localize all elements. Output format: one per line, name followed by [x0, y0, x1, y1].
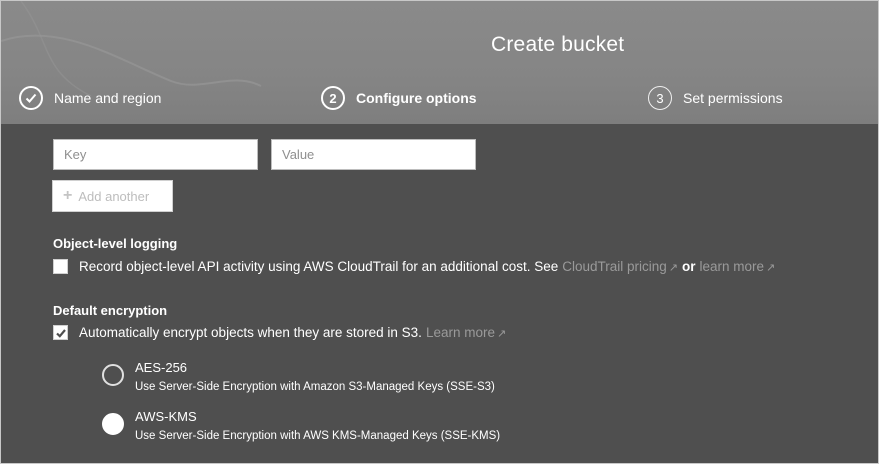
radio-title: AES-256 [135, 360, 188, 375]
step-name-and-region[interactable]: Name and region [19, 86, 161, 110]
radio-aes-256[interactable]: AES-256 Use Server-Side Encryption with … [102, 360, 495, 395]
encryption-row: Automatically encrypt objects when they … [53, 325, 510, 340]
encryption-checkbox[interactable] [53, 325, 68, 340]
wizard-header: Create bucket Name and region 2 Configur… [1, 1, 878, 124]
learn-more-link[interactable]: learn more ↗ [700, 259, 776, 274]
logging-text: Record object-level API activity using A… [79, 259, 559, 274]
encryption-text: Automatically encrypt objects when they … [79, 325, 422, 340]
or-text: or [682, 259, 696, 274]
default-encryption-heading: Default encryption [53, 303, 168, 318]
external-link-icon: ↗ [668, 262, 678, 274]
step-set-permissions[interactable]: 3 Set permissions [648, 86, 783, 110]
object-level-logging-heading: Object-level logging [53, 236, 178, 251]
plus-icon: + [63, 187, 73, 204]
encryption-learn-more-label: Learn more [425, 325, 495, 340]
learn-more-label: learn more [699, 259, 765, 274]
page-title: Create bucket [491, 33, 625, 56]
tag-key-input[interactable] [53, 139, 258, 170]
add-another-button[interactable]: + Add another [52, 180, 173, 212]
tag-value-input[interactable] [271, 139, 476, 170]
add-another-label: Add another [78, 188, 150, 204]
step-label: Set permissions [683, 90, 783, 106]
step-configure-options[interactable]: 2 Configure options [321, 86, 477, 110]
radio-text: AWS-KMS Use Server-Side Encryption with … [135, 409, 500, 444]
checkmark-icon [55, 328, 66, 338]
radio-description: Use Server-Side Encryption with AWS KMS-… [135, 430, 501, 442]
step-number: 3 [648, 86, 672, 110]
check-circle-icon [19, 86, 43, 110]
cloudtrail-pricing-link[interactable]: CloudTrail pricing ↗ [562, 259, 678, 274]
radio-button[interactable] [102, 413, 124, 435]
radio-description: Use Server-Side Encryption with Amazon S… [135, 381, 495, 393]
radio-aws-kms[interactable]: AWS-KMS Use Server-Side Encryption with … [102, 409, 500, 444]
step-label: Name and region [54, 90, 162, 106]
external-link-icon: ↗ [496, 328, 507, 340]
step-label: Configure options [356, 90, 477, 106]
external-link-icon: ↗ [766, 262, 776, 274]
cloudtrail-pricing-label: CloudTrail pricing [562, 259, 667, 274]
logging-checkbox[interactable] [53, 259, 68, 274]
radio-button[interactable] [102, 364, 124, 386]
radio-title: AWS-KMS [135, 409, 197, 424]
encryption-learn-more-link[interactable]: Learn more ↗ [426, 325, 506, 340]
step-number: 2 [321, 86, 345, 110]
radio-text: AES-256 Use Server-Side Encryption with … [135, 360, 495, 395]
logging-row: Record object-level API activity using A… [53, 259, 779, 274]
